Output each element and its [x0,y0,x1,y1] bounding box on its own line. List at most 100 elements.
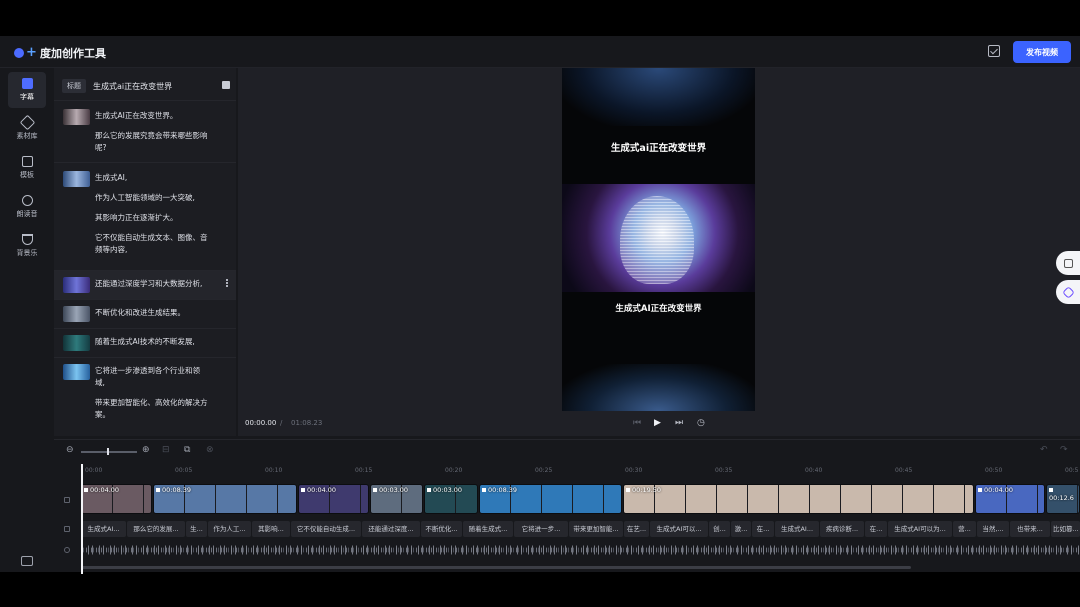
caption-chip[interactable]: 生成式AI... [775,521,819,537]
publish-button[interactable]: 发布视频 [1013,41,1071,63]
caption-chip[interactable]: 疾病诊断... [820,521,864,537]
caption-chip[interactable]: 不断优化... [421,521,462,537]
segment-line[interactable]: 生成式AI, [95,172,223,184]
play-icon[interactable]: ▶ [654,418,661,428]
zoom-out-icon[interactable]: ⊖ [66,446,74,455]
video-clip[interactable]: 00:03.00 [370,484,423,514]
fullscreen-icon[interactable]: ◷ [697,418,705,428]
video-clip[interactable]: 00:08.39 [153,484,297,514]
segment-line[interactable]: 它不仅能自动生成文本、图像、音 [95,232,223,244]
caption-chip[interactable]: 也带来... [1010,521,1050,537]
caption-chip[interactable]: 在... [865,521,887,537]
redo-icon[interactable]: ↷ [1060,446,1068,455]
clip-duration: 00:04.00 [301,486,336,494]
caption-chip[interactable]: 生... [186,521,207,537]
caption-chip[interactable]: 其影响... [252,521,290,537]
nav-item-music[interactable]: 背景乐 [8,228,46,264]
caption-chip[interactable]: 带来更加智能... [569,521,623,537]
segment-line[interactable]: 不断优化和改进生成结果。 [95,307,223,319]
caption-chip[interactable]: 生成式AI可以... [650,521,708,537]
zoom-slider-handle[interactable] [107,448,109,455]
side-tool-button[interactable] [1056,251,1080,275]
subtitle-segment[interactable]: 生成式AI, 作为人工智能领域的一大突破, 其影响力正在逐渐扩大。 它不仅能自动… [54,162,236,270]
caption-chip[interactable]: 在... [752,521,774,537]
video-clip[interactable]: 00:04.00 [298,484,369,514]
ruler-tick: 00:10 [265,467,283,474]
ruler-tick: 00:50 [985,467,1003,474]
left-nav: 字幕 素材库 模板 朗读音 背景乐 [0,68,54,572]
checklist-icon[interactable] [988,45,1000,57]
video-clip[interactable]: 00:19.50 [623,484,974,514]
template-icon [21,156,33,167]
video-clip[interactable]: 00:03.00 [424,484,478,514]
caption-chip[interactable]: 作为人工... [208,521,251,537]
caption-chip[interactable]: 营... [953,521,976,537]
segment-line[interactable]: 还能通过深度学习和大数据分析, [95,278,223,290]
nav-label: 模板 [20,171,34,179]
next-icon[interactable]: ⏭ [675,418,683,428]
segment-line[interactable]: 其影响力正在逐渐扩大。 [95,212,223,224]
video-clip[interactable]: 00:04.00 [975,484,1045,514]
subtitle-segment[interactable]: 生成式AI正在改变世界。 那么它的发展究竟会带来哪些影响 呢? [54,100,236,162]
timeline-scrollbar[interactable] [81,566,911,569]
subtitle-segment[interactable]: 还能通过深度学习和大数据分析, [54,270,236,299]
segment-line[interactable]: 呢? [95,142,223,154]
video-clip[interactable]: 00:08.39 [479,484,622,514]
caption-chip[interactable]: 那么它的发展... [127,521,185,537]
nav-item-subtitles[interactable]: 字幕 [8,72,46,108]
time-ruler[interactable]: 00:00 00:05 00:10 00:15 00:20 00:25 00:3… [81,467,1080,477]
segment-line[interactable]: 带来更加智能化、高效化的解决方 [95,397,223,409]
playhead[interactable] [81,464,83,574]
segment-line[interactable]: 它将进一步渗透到各个行业和领 [95,365,223,377]
video-clip[interactable]: 00:04.00 [81,484,152,514]
segment-line[interactable]: 案。 [95,409,223,421]
segment-line[interactable]: 域, [95,377,223,389]
video-clip[interactable]: 00:12.6 [1046,484,1080,514]
segment-line[interactable]: 频等内容, [95,244,223,256]
caption-chip[interactable]: 激... [731,521,751,537]
nav-item-voice[interactable]: 朗读音 [8,189,46,225]
delete-icon[interactable]: ⊗ [206,446,214,455]
segment-line[interactable]: 那么它的发展究竟会带来哪些影响 [95,130,223,142]
clip-duration: 00:03.00 [427,486,462,494]
video-preview[interactable]: 生成式ai正在改变世界 生成式AI正在改变世界 [562,68,755,411]
caption-chip[interactable]: 比如篡... [1051,521,1080,537]
caption-chip[interactable]: 它将进一步... [514,521,568,537]
undo-icon[interactable]: ↶ [1040,446,1048,455]
app-name: 度加创作工具 [40,47,106,60]
previous-icon[interactable]: ⏮ [633,418,641,428]
ruler-tick: 00:45 [895,467,913,474]
segment-line[interactable]: 随着生成式AI技术的不断发展, [95,336,223,348]
more-icon[interactable] [226,279,228,287]
segment-thumbnail [63,277,90,293]
subtitle-segment[interactable]: 随着生成式AI技术的不断发展, [54,328,236,357]
segment-line[interactable]: 作为人工智能领域的一大突破, [95,192,223,204]
zoom-in-icon[interactable]: ⊕ [142,446,150,455]
caption-chip[interactable]: 它不仅能自动生成... [291,521,361,537]
segment-line[interactable]: 生成式AI正在改变世界。 [95,110,223,122]
video-title[interactable]: 生成式ai正在改变世界 [562,140,755,154]
title-text[interactable]: 生成式ai正在改变世界 [93,81,172,92]
segment-thumbnail [63,109,90,125]
title-row[interactable]: 标题 生成式ai正在改变世界 [62,78,232,94]
side-ai-button[interactable] [1056,280,1080,304]
zoom-slider[interactable] [81,451,137,453]
copy-icon[interactable]: ⧉ [184,446,190,455]
clip-duration: 00:08.39 [482,486,517,494]
split-icon[interactable]: ⊟ [162,446,170,455]
video-caption[interactable]: 生成式AI正在改变世界 [562,302,755,314]
nav-item-materials[interactable]: 素材库 [8,111,46,147]
caption-chip[interactable]: 当然,... [977,521,1009,537]
caption-chip[interactable]: 生成式AI... [81,521,126,537]
caption-chip[interactable]: 在艺... [624,521,649,537]
caption-chip[interactable]: 生成式AI可以为... [888,521,952,537]
subtitle-segment[interactable]: 不断优化和改进生成结果。 [54,299,236,328]
caption-chip[interactable]: 随着生成式... [463,521,513,537]
preview-stage: 生成式ai正在改变世界 生成式AI正在改变世界 00:00.00 / 01:08… [238,68,1080,436]
caption-chip[interactable]: 创... [709,521,730,537]
ai-magic-icon[interactable] [222,81,230,89]
caption-chip[interactable]: 还能通过深度... [362,521,420,537]
nav-item-templates[interactable]: 模板 [8,150,46,186]
subtitle-segment[interactable]: 它将进一步渗透到各个行业和领 域, 带来更加智能化、高效化的解决方 案。 [54,357,236,436]
keyboard-icon[interactable] [21,556,33,566]
